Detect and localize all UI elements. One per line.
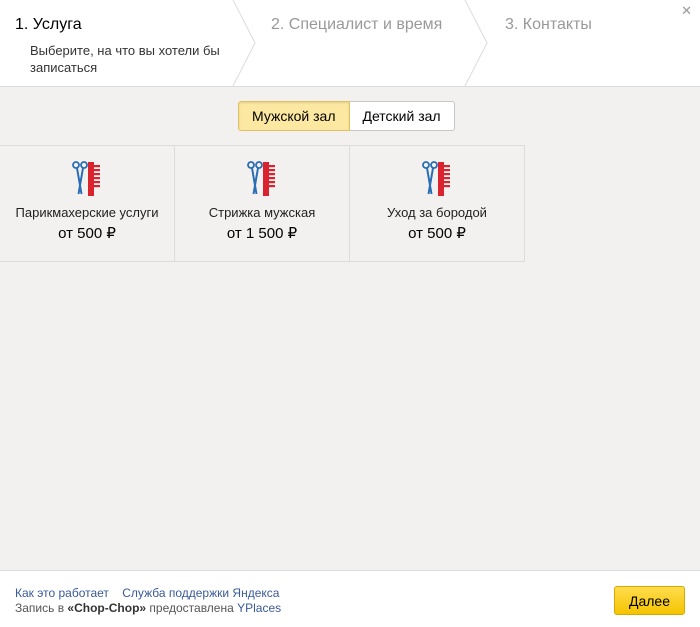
- service-card[interactable]: Уход за бородой от 500 ₽: [350, 145, 525, 262]
- yandex-support-link[interactable]: Служба поддержки Яндекса: [122, 586, 279, 600]
- service-card[interactable]: Парикмахерские услуги от 500 ₽: [0, 145, 175, 262]
- scissors-comb-icon: [422, 161, 450, 196]
- hall-men-button[interactable]: Мужской зал: [238, 101, 350, 131]
- step-service[interactable]: 1. Услуга Выберите, на что вы хотели бы …: [0, 0, 255, 86]
- step-contacts[interactable]: 3. Контакты: [490, 0, 700, 86]
- scissors-comb-icon: [247, 161, 275, 196]
- service-price: от 500 ₽: [408, 225, 466, 242]
- step-specialist-title: 2. Специалист и время: [271, 16, 443, 33]
- footer-links: Как это работает Служба поддержки Яндекс…: [15, 586, 289, 600]
- steps-header: 1. Услуга Выберите, на что вы хотели бы …: [0, 0, 700, 87]
- scissors-comb-icon: [72, 161, 100, 196]
- next-button[interactable]: Далее: [614, 586, 685, 615]
- credit-business-name: «Chop-Chop»: [67, 601, 147, 615]
- service-price: от 1 500 ₽: [226, 225, 298, 242]
- step-separator-chevron: [464, 0, 488, 86]
- step-separator-chevron: [232, 0, 256, 86]
- hall-toggle: Мужской зал Детский зал: [238, 101, 455, 131]
- service-name: Уход за бородой: [387, 205, 487, 220]
- service-price: от 500 ₽: [58, 225, 116, 242]
- service-name: Парикмахерские услуги: [15, 205, 159, 220]
- step-service-title: 1. Услуга: [15, 16, 82, 33]
- credit-middle: предоставлена: [146, 601, 238, 615]
- service-name: Стрижка мужская: [208, 205, 316, 220]
- service-card[interactable]: Стрижка мужская от 1 500 ₽: [175, 145, 350, 262]
- footer-credit: Запись в «Chop-Chop» предоставлена YPlac…: [15, 601, 281, 615]
- credit-prefix: Запись в: [15, 601, 68, 615]
- hall-kids-button[interactable]: Детский зал: [349, 101, 455, 131]
- step-specialist[interactable]: 2. Специалист и время: [255, 0, 490, 86]
- step-contacts-title: 3. Контакты: [505, 16, 592, 33]
- close-icon[interactable]: ✕: [681, 4, 692, 17]
- how-it-works-link[interactable]: Как это работает: [15, 586, 109, 600]
- step-service-subtitle: Выберите, на что вы хотели бы записаться: [30, 43, 220, 75]
- yplaces-link[interactable]: YPlaces: [237, 601, 281, 615]
- footer: Как это работает Служба поддержки Яндекс…: [0, 570, 700, 627]
- services-grid: Парикмахерские услуги от 500 ₽ Стрижка м…: [0, 145, 525, 262]
